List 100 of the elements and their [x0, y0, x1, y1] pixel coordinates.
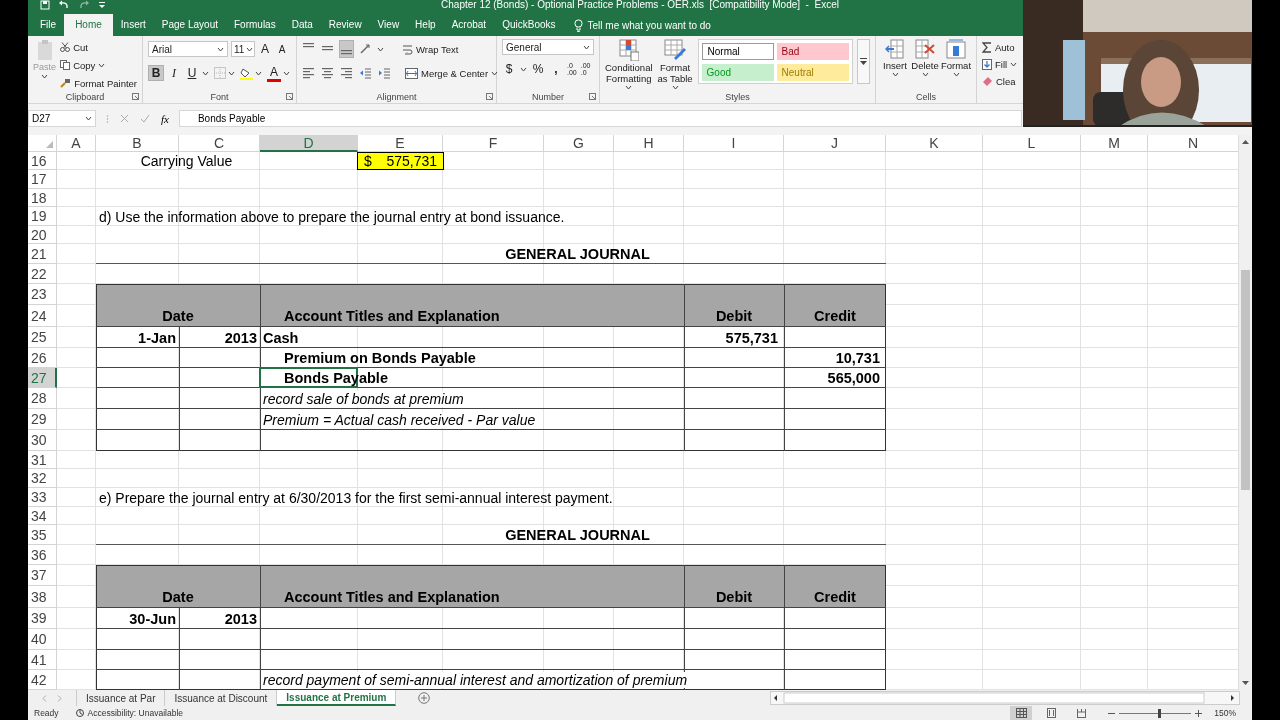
font-size-field[interactable]: 11: [231, 41, 255, 57]
row-header[interactable]: 16: [28, 152, 57, 170]
row-header[interactable]: 22: [28, 264, 57, 284]
row-header[interactable]: 26: [28, 348, 57, 368]
font-color-button[interactable]: A: [267, 64, 281, 82]
align-right-icon[interactable]: [340, 66, 353, 80]
horizontal-scrollbar[interactable]: [770, 691, 1240, 705]
bottom-align-icon[interactable]: [340, 41, 353, 57]
cut-button[interactable]: Cut: [60, 39, 137, 55]
column-header[interactable]: G: [544, 135, 614, 152]
ribbon-tab[interactable]: View: [369, 14, 408, 36]
customize-icon[interactable]: [98, 0, 106, 10]
comma-style-button[interactable]: ,: [549, 61, 563, 77]
cells-insert-button[interactable]: Insert: [881, 39, 909, 90]
column-header[interactable]: H: [614, 135, 684, 152]
dialog-launcher-icon[interactable]: [589, 93, 596, 100]
row-header[interactable]: 17: [28, 170, 57, 189]
column-header[interactable]: B: [96, 135, 179, 152]
number-format-field[interactable]: General: [502, 39, 594, 55]
undo-icon[interactable]: [58, 0, 70, 10]
dialog-launcher-icon[interactable]: [286, 93, 293, 100]
row-header[interactable]: 27: [28, 368, 57, 388]
bold-button[interactable]: B: [148, 65, 164, 81]
fill-button[interactable]: Fill: [982, 56, 1018, 72]
row-header[interactable]: 21: [28, 244, 57, 264]
format-painter-button[interactable]: Format Painter: [60, 75, 137, 91]
currency-button[interactable]: $: [502, 61, 516, 77]
column-header[interactable]: N: [1148, 135, 1238, 152]
row-header[interactable]: 42: [28, 670, 57, 690]
redo-icon[interactable]: [78, 0, 90, 10]
row-header[interactable]: 29: [28, 409, 57, 430]
italic-button[interactable]: I: [166, 65, 182, 81]
row-header[interactable]: 18: [28, 189, 57, 207]
orientation-icon[interactable]: [359, 43, 371, 55]
more-icon[interactable]: [858, 57, 868, 66]
insert-function-button[interactable]: fx: [161, 112, 169, 125]
shrink-font-button[interactable]: A: [275, 41, 289, 57]
row-header[interactable]: 33: [28, 488, 57, 507]
normal-view-button[interactable]: [1010, 706, 1033, 720]
save-icon[interactable]: [40, 0, 50, 10]
column-header[interactable]: D: [260, 135, 358, 152]
row-header[interactable]: 19: [28, 207, 57, 226]
row-header[interactable]: 39: [28, 608, 57, 629]
zoom-in-icon[interactable]: [1195, 709, 1203, 717]
grow-font-button[interactable]: A: [258, 41, 272, 57]
row-header[interactable]: 24: [28, 305, 57, 327]
increase-indent-icon[interactable]: [378, 67, 391, 79]
sheet-tab[interactable]: Issuance at Premium: [277, 690, 397, 706]
column-header[interactable]: F: [443, 135, 544, 152]
cell-style-item[interactable]: Normal: [701, 43, 774, 60]
dialog-launcher-icon[interactable]: [486, 93, 493, 100]
column-header[interactable]: L: [983, 135, 1081, 152]
row-header[interactable]: 25: [28, 327, 57, 348]
align-left-icon[interactable]: [302, 66, 315, 80]
ribbon-tab[interactable]: Formulas: [226, 14, 284, 36]
name-box[interactable]: D27: [28, 110, 96, 127]
accessibility-status[interactable]: Accessibility: Unavailable: [87, 708, 183, 718]
row-header[interactable]: 34: [28, 507, 57, 525]
row-header[interactable]: 23: [28, 284, 57, 305]
ribbon-tab[interactable]: Acrobat: [443, 14, 495, 36]
ribbon-tab[interactable]: Page Layout: [153, 14, 226, 36]
row-header[interactable]: 28: [28, 388, 57, 409]
percent-button[interactable]: %: [531, 61, 545, 77]
row-header[interactable]: 35: [28, 525, 57, 545]
cell-style-item[interactable]: Neutral: [776, 64, 849, 81]
row-header[interactable]: 20: [28, 226, 57, 244]
format-as-table-button[interactable]: Format as Table: [656, 39, 694, 90]
conditional-formatting-button[interactable]: Conditional Formatting: [605, 39, 653, 90]
font-name-field[interactable]: Arial: [148, 41, 228, 57]
ribbon-tab[interactable]: QuickBooks: [494, 14, 564, 36]
dialog-launcher-icon[interactable]: [132, 93, 139, 100]
column-header[interactable]: I: [684, 135, 784, 152]
copy-button[interactable]: Copy: [60, 57, 137, 73]
decrease-indent-icon[interactable]: [359, 67, 372, 79]
zoom-level[interactable]: 150%: [1214, 708, 1236, 718]
autosum-button[interactable]: Auto: [982, 39, 1018, 55]
row-header[interactable]: 38: [28, 586, 57, 608]
row-header[interactable]: 37: [28, 565, 57, 586]
ribbon-tab[interactable]: Insert: [112, 14, 154, 36]
cell-style-item[interactable]: Bad: [776, 43, 849, 60]
fill-color-icon[interactable]: [240, 66, 253, 80]
formula-field[interactable]: Bonds Payable: [178, 110, 1022, 127]
row-header[interactable]: 41: [28, 650, 57, 670]
merge-center-button[interactable]: Merge & Center: [405, 65, 499, 81]
cells-delete-button[interactable]: Delete: [911, 39, 939, 90]
clear-button[interactable]: Clea: [982, 73, 1018, 89]
underline-button[interactable]: U: [184, 65, 200, 81]
column-header[interactable]: A: [57, 135, 96, 152]
column-header[interactable]: C: [179, 135, 260, 152]
add-sheet-icon[interactable]: [418, 692, 431, 704]
zoom-slider-thumb[interactable]: [1157, 708, 1161, 718]
cells-format-button[interactable]: Format: [941, 39, 971, 90]
row-header[interactable]: 31: [28, 451, 57, 469]
tell-me-search[interactable]: Tell me what you want to do: [587, 19, 711, 31]
row-header[interactable]: 36: [28, 545, 57, 565]
ribbon-tab[interactable]: Home: [64, 14, 113, 36]
ribbon-tab[interactable]: File: [32, 14, 65, 36]
align-center-icon[interactable]: [321, 66, 334, 80]
ribbon-tab[interactable]: Data: [283, 14, 321, 36]
ribbon-tab[interactable]: Help: [407, 14, 444, 36]
